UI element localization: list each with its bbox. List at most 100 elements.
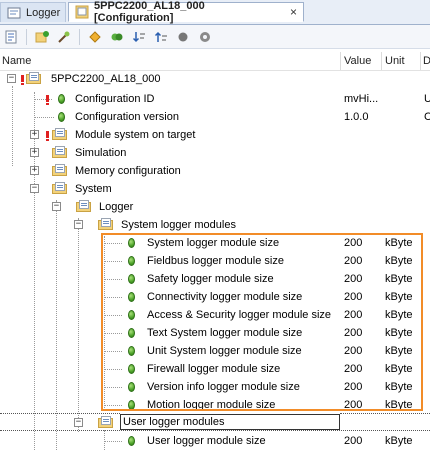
module-size-unit: kByte	[385, 381, 413, 393]
module-size-unit: kByte	[385, 327, 413, 339]
tree-line	[104, 369, 122, 370]
collapse-icon[interactable]: −	[74, 418, 83, 427]
expand-icon[interactable]: +	[30, 130, 39, 139]
module-size-unit: kByte	[385, 237, 413, 249]
tree-label: Unit System logger module size	[147, 345, 302, 357]
navigate-icon[interactable]	[86, 28, 104, 46]
add-icon[interactable]	[33, 28, 51, 46]
parameter-icon	[128, 400, 135, 410]
module-size-value[interactable]: 200	[344, 399, 362, 411]
parameter-icon	[128, 364, 135, 374]
tree-row-system-item[interactable]: Fieldbus logger module size 200 kByte	[0, 252, 430, 270]
tree-line	[34, 117, 54, 118]
tree-row-user-item[interactable]: User logger module size 200 kByte	[0, 432, 430, 450]
tree-line	[104, 261, 122, 262]
tree-row-system-item[interactable]: Firewall logger module size 200 kByte	[0, 360, 430, 378]
column-name-header[interactable]: Name	[2, 55, 31, 67]
properties-icon[interactable]	[2, 28, 20, 46]
tree-label: Version info logger module size	[147, 381, 300, 393]
configuration-version-value[interactable]: 1.0.0	[344, 111, 368, 123]
tree-line	[104, 405, 122, 406]
tree-row-logger[interactable]: − Logger	[0, 198, 430, 216]
configuration-window: Logger 5PPC2200_AL18_000 [Configuration]…	[0, 0, 430, 452]
warning-icon	[46, 131, 49, 141]
tree-row-system-item[interactable]: Safety logger module size 200 kByte	[0, 270, 430, 288]
expand-icon[interactable]: +	[30, 148, 39, 157]
module-size-unit: kByte	[385, 273, 413, 285]
module-size-value[interactable]: 200	[344, 345, 362, 357]
configuration-id-desc: U	[424, 93, 430, 105]
module-size-value[interactable]: 200	[344, 309, 362, 321]
module-size-unit: kByte	[385, 435, 413, 447]
module-size-value[interactable]: 200	[344, 237, 362, 249]
collapse-icon[interactable]: −	[74, 220, 83, 229]
sort-up-icon[interactable]	[152, 28, 170, 46]
module-size-value[interactable]: 200	[344, 381, 362, 393]
tree-label: Fieldbus logger module size	[147, 255, 284, 267]
close-icon[interactable]: ×	[282, 5, 297, 19]
column-unit-header[interactable]: Unit	[385, 55, 405, 67]
circle-icon[interactable]	[174, 28, 192, 46]
tree-row-system-logger-modules[interactable]: − System logger modules	[0, 216, 430, 234]
tab-logger[interactable]: Logger	[0, 2, 66, 22]
tree-line	[104, 243, 122, 244]
tree-row-simulation[interactable]: + Simulation	[0, 144, 430, 162]
configuration-id-value[interactable]: mvHi...	[344, 93, 378, 105]
module-size-value[interactable]: 200	[344, 327, 362, 339]
collapse-icon[interactable]: −	[7, 74, 16, 83]
tree-label: System logger modules	[121, 219, 236, 231]
sort-down-icon[interactable]	[130, 28, 148, 46]
parameter-icon	[128, 256, 135, 266]
parameter-icon	[128, 328, 135, 338]
tree-label: Safety logger module size	[147, 273, 274, 285]
tree-row-module-system[interactable]: + Module system on target	[0, 126, 430, 144]
tree-row-configuration-version[interactable]: Configuration version 1.0.0 C	[0, 108, 430, 126]
folder-icon	[52, 182, 68, 195]
collapse-icon[interactable]: −	[30, 184, 39, 193]
logger-icon	[7, 6, 21, 20]
column-description-header[interactable]: D	[423, 55, 430, 67]
tab-configuration[interactable]: 5PPC2200_AL18_000 [Configuration] ×	[68, 0, 304, 24]
tree-row-system-item[interactable]: Text System logger module size 200 kByte	[0, 324, 430, 342]
module-size-value[interactable]: 200	[344, 435, 362, 447]
tree-line	[104, 315, 122, 316]
tab-configuration-label: 5PPC2200_AL18_000 [Configuration]	[94, 0, 205, 24]
module-size-value[interactable]: 200	[344, 291, 362, 303]
tree-row-memory-configuration[interactable]: + Memory configuration	[0, 162, 430, 180]
tree-row-system-item[interactable]: Motion logger module size 200 kByte	[0, 396, 430, 414]
column-divider[interactable]	[420, 52, 421, 70]
tree-label: Text System logger module size	[147, 327, 303, 339]
tree-label: Connectivity logger module size	[147, 291, 303, 303]
parameter-icon	[128, 346, 135, 356]
tree-row-system-item[interactable]: System logger module size 200 kByte	[0, 234, 430, 252]
tree-row-system-item[interactable]: Access & Security logger module size 200…	[0, 306, 430, 324]
tree-row-configuration-id[interactable]: Configuration ID mvHi... U	[0, 90, 430, 108]
tree-row-system[interactable]: − System	[0, 180, 430, 198]
column-value-header[interactable]: Value	[344, 55, 371, 67]
module-size-value[interactable]: 200	[344, 363, 362, 375]
expand-icon[interactable]	[108, 28, 126, 46]
tree-label: Simulation	[75, 147, 127, 159]
module-size-value[interactable]: 200	[344, 273, 362, 285]
module-size-unit: kByte	[385, 363, 413, 375]
tree-line	[104, 279, 122, 280]
warning-icon	[21, 75, 24, 85]
folder-icon	[52, 128, 68, 141]
parameter-icon	[128, 436, 135, 446]
tree-line	[104, 333, 122, 334]
tree-row-system-item[interactable]: Connectivity logger module size 200 kByt…	[0, 288, 430, 306]
tree-row-system-item[interactable]: Unit System logger module size 200 kByte	[0, 342, 430, 360]
tree-row-system-item[interactable]: Version info logger module size 200 kByt…	[0, 378, 430, 396]
tree-row-root[interactable]: − 5PPC2200_AL18_000	[0, 70, 430, 88]
wizard-icon[interactable]	[55, 28, 73, 46]
tree-label: Motion logger module size	[147, 399, 276, 411]
expand-icon[interactable]: +	[30, 166, 39, 175]
module-size-value[interactable]: 200	[344, 255, 362, 267]
tree-label: Configuration version	[75, 111, 179, 123]
column-divider[interactable]	[381, 52, 382, 70]
column-divider[interactable]	[340, 52, 341, 70]
gear-icon[interactable]	[196, 28, 214, 46]
collapse-icon[interactable]: −	[52, 202, 61, 211]
selected-node-label[interactable]: User logger modules	[120, 414, 340, 430]
parameter-icon	[128, 292, 135, 302]
